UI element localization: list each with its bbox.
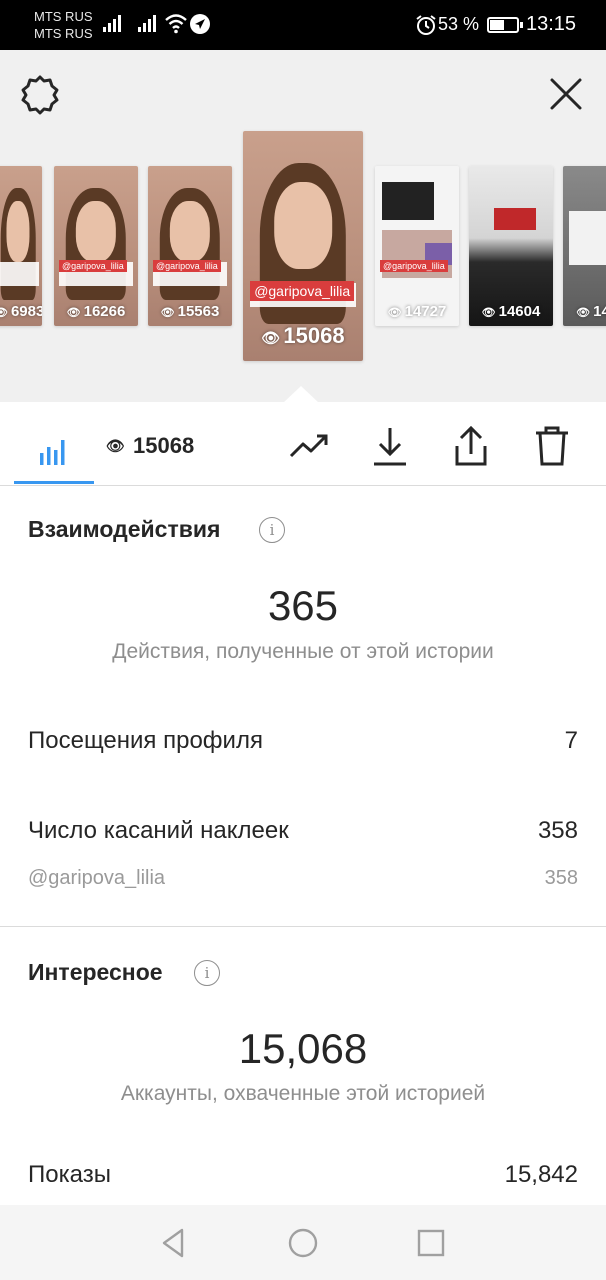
story-view-count: 👁 15068 <box>243 323 363 349</box>
location-icon <box>190 14 210 34</box>
carrier-names: MTS RUS MTS RUS <box>34 8 93 42</box>
active-story-pointer <box>283 386 319 403</box>
story-image <box>54 166 138 326</box>
carrier-2: MTS RUS <box>34 26 93 41</box>
promote-trending-icon[interactable] <box>286 424 334 468</box>
story-view-count: 👁 16266 <box>54 303 138 320</box>
viewers-button[interactable]: 👁 15068 <box>106 424 216 468</box>
info-icon[interactable]: i <box>259 517 285 543</box>
interactions-title: Взаимодействия <box>28 516 221 542</box>
story-thumbnail[interactable]: @garipova_lilia 👁 14727 <box>375 166 459 326</box>
share-icon[interactable] <box>449 424 493 468</box>
sticker-taps-label: Число касаний наклеек <box>28 817 289 844</box>
story-views-value: 15068 <box>283 323 345 348</box>
story-views-value: 14 <box>593 303 606 320</box>
alarm-icon <box>416 15 436 35</box>
trash-icon[interactable] <box>530 424 574 468</box>
sticker-mention-label: @garipova_lilia <box>28 867 166 889</box>
discovery-title: Интересное <box>28 959 163 985</box>
story-views-value: 16266 <box>83 303 126 320</box>
story-image <box>469 166 553 326</box>
story-thumbnail[interactable]: 👁 6983 <box>0 166 42 326</box>
signal-icon <box>103 14 121 32</box>
story-view-count: 👁 14604 <box>469 303 553 320</box>
story-views-value: 14604 <box>498 303 541 320</box>
system-nav-bar <box>0 1205 606 1280</box>
clock: 13:15 <box>526 13 577 35</box>
interactions-total: 365 <box>267 582 339 629</box>
battery-level <box>490 20 504 30</box>
back-icon[interactable] <box>156 1225 192 1261</box>
eye-icon: 👁 <box>66 307 81 319</box>
info-icon[interactable]: i <box>194 960 220 986</box>
eye-icon: 👁 <box>160 307 175 319</box>
story-thumbnail[interactable]: 👁 14 <box>563 166 606 326</box>
story-thumbnail[interactable]: @garipova_lilia 👁 16266 <box>54 166 138 326</box>
story-thumbnail[interactable]: @garipova_lilia 👁 15068 <box>243 131 363 361</box>
story-image <box>148 166 232 326</box>
story-thumbnail[interactable]: 👁 14604 <box>469 166 553 326</box>
eye-icon: 👁 <box>481 307 496 319</box>
carrier-1: MTS RUS <box>34 9 93 24</box>
eye-icon: 👁 <box>0 307 8 319</box>
insights-tab[interactable] <box>14 422 94 484</box>
story-views-value: 6983 <box>10 303 42 320</box>
sticker-mention-value: 358 <box>544 867 578 889</box>
views-count: 15068 <box>133 433 195 458</box>
mention-sticker: @garipova_lilia <box>380 260 448 273</box>
battery-percent: 53 % <box>438 14 480 34</box>
story-image <box>563 166 606 326</box>
story-image <box>0 166 42 326</box>
gear-icon[interactable] <box>18 72 62 116</box>
mention-sticker: @garipova_lilia <box>250 280 355 301</box>
story-image <box>375 166 459 326</box>
mention-sticker: @garipova_lilia <box>153 260 221 273</box>
bar-chart-icon <box>40 439 65 465</box>
section-divider <box>0 926 606 927</box>
eye-icon: 👁 <box>576 307 591 319</box>
sticker-taps-value: 358 <box>537 817 578 844</box>
eye-icon: 👁 <box>387 307 402 319</box>
discovery-caption: Аккаунты, охваченные этой историей <box>120 1082 486 1105</box>
battery-icon <box>487 17 523 33</box>
mention-sticker: @garipova_lilia <box>59 260 127 273</box>
home-icon[interactable] <box>285 1225 321 1261</box>
story-views-value: 15563 <box>177 303 220 320</box>
story-view-count: 👁 15563 <box>148 303 232 320</box>
story-toolbar: 👁 15068 <box>0 402 606 486</box>
story-view-count: 👁 6983 <box>0 303 42 320</box>
interactions-caption: Действия, полученные от этой истории <box>112 640 494 663</box>
signal-icon <box>138 14 156 32</box>
status-bar: MTS RUS MTS RUS 53 % 13:15 <box>0 0 606 50</box>
close-icon[interactable] <box>546 74 586 114</box>
eye-icon: 👁 <box>261 330 281 347</box>
download-icon[interactable] <box>368 424 412 468</box>
story-views-value: 14727 <box>404 303 447 320</box>
story-carousel-area: 👁 6983 @garipova_lilia 👁 16266 @garipova_lili… <box>0 50 606 403</box>
eye-icon: 👁 <box>106 438 126 455</box>
profile-visits-value: 7 <box>564 727 578 754</box>
profile-visits-label: Посещения профиля <box>28 727 263 754</box>
wifi-icon <box>165 14 187 34</box>
story-thumbnail[interactable]: @garipova_lilia 👁 15563 <box>148 166 232 326</box>
recents-icon[interactable] <box>413 1225 449 1261</box>
story-view-count: 👁 14 <box>563 303 606 320</box>
impressions-value: 15,842 <box>504 1161 578 1188</box>
story-view-count: 👁 14727 <box>375 303 459 320</box>
discovery-total: 15,068 <box>238 1025 368 1072</box>
impressions-label: Показы <box>28 1161 111 1188</box>
